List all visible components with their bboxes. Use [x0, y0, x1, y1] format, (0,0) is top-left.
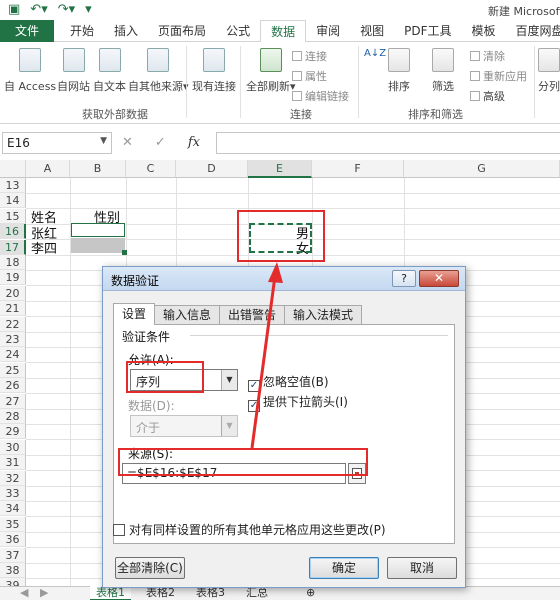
annotation-arrow [250, 262, 283, 449]
arrow-head [268, 262, 283, 283]
tab-settings[interactable]: 设置 [113, 303, 156, 325]
arrow-shaft [250, 275, 277, 449]
